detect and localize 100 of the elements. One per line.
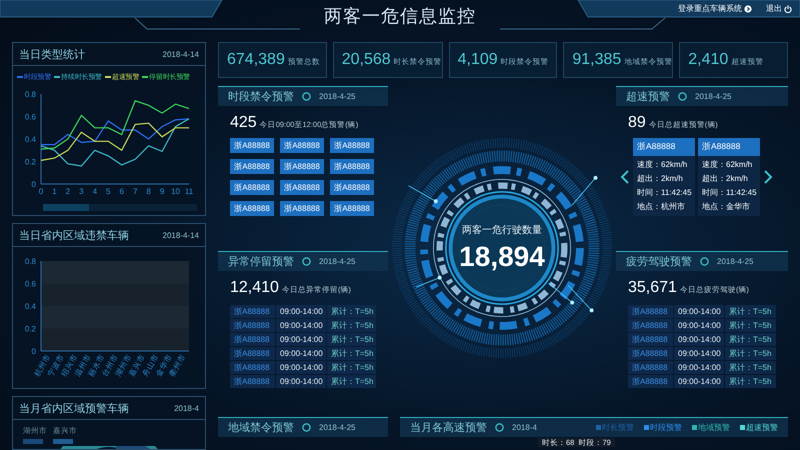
table-cell: 09:00-14:00 (276, 375, 326, 388)
chevron-right-icon (763, 169, 773, 185)
table-cell: 累计：T=5h (327, 361, 376, 374)
table-cell: 浙A88888 (628, 305, 673, 318)
detail-text: 地点：杭州市 (636, 201, 686, 212)
detail-text: 时间：11:42:45 (636, 187, 693, 198)
section-title: 地域禁令预警 (228, 421, 294, 435)
panel-date: 2018-4-14 (162, 230, 199, 240)
next-button[interactable] (763, 169, 773, 185)
circle-icon (678, 92, 687, 101)
legend-item[interactable]: 时段预警 (644, 422, 682, 433)
legend-label: 地域预警 (698, 422, 730, 433)
axis-label: 0.6 (24, 112, 36, 122)
plate-button[interactable]: 浙A88888 (280, 180, 324, 195)
section-title: 超速预警 (626, 90, 670, 104)
table-cell: 09:00-14:00 (674, 361, 724, 374)
axis-label: 0.4 (24, 302, 36, 311)
table-cell: 浙A88888 (628, 347, 673, 360)
axis-label: 1 (52, 187, 57, 196)
table-cell: 09:00-14:00 (674, 347, 724, 360)
axis-label: 0.8 (24, 257, 36, 266)
plate-button[interactable]: 浙A88888 (280, 138, 324, 153)
logout-link[interactable]: 退出 (766, 3, 792, 14)
circle-icon (302, 257, 311, 266)
plate-button[interactable]: 浙A88888 (330, 159, 374, 174)
plate-button[interactable]: 浙A88888 (330, 180, 374, 195)
detail-text: 地点：金华市 (701, 201, 751, 212)
plate-number: 浙A88888 (633, 138, 695, 156)
table-cell: 09:00-14:00 (674, 333, 724, 346)
legend-label: 时长预警 (602, 422, 634, 433)
legend-item[interactable]: 超速预警 (740, 422, 778, 433)
range-slider-handle[interactable] (43, 204, 90, 211)
axis-label: 0 (32, 347, 36, 356)
stat-value: 91,385 (572, 51, 622, 69)
axis-label: 8 (146, 187, 151, 196)
axis-label: 0.6 (24, 280, 36, 288)
table-cell: 累计：T=5h (327, 333, 376, 346)
plate-number: 浙A88888 (698, 138, 760, 156)
stat-value: 20,568 (342, 51, 391, 69)
table-cell: 浙A88888 (230, 375, 275, 388)
plate-button[interactable]: 浙A88888 (230, 180, 274, 195)
center-value: 18,894 (459, 240, 545, 272)
detail-text: 速度：62km/h (701, 159, 754, 170)
panel-title: 当日类型统计 (19, 48, 85, 62)
table-cell: 浙A88888 (628, 319, 673, 332)
table-cell: 累计：T=5h (327, 319, 376, 332)
table-cell: 浙A88888 (230, 361, 275, 374)
section-date: 2018-4 (512, 423, 537, 432)
table-cell: 累计：T=5h (725, 347, 776, 360)
table-cell: 09:00-14:00 (674, 319, 724, 332)
axis-label: 0.8 (24, 90, 36, 99)
power-icon (784, 4, 792, 12)
plate-button[interactable]: 浙A88888 (230, 138, 274, 153)
circle-icon (495, 423, 504, 432)
plate-button[interactable]: 浙A88888 (230, 201, 274, 216)
axis-label: 9 (160, 187, 164, 196)
login-link[interactable]: 登录重点车辆系统 (678, 3, 752, 14)
table-cell: 浙A88888 (628, 375, 673, 388)
section-date: 2018-4-25 (717, 257, 754, 266)
section-date: 2018-4-25 (319, 257, 356, 266)
table-cell: 09:00-14:00 (276, 333, 326, 346)
count-value: 89 (628, 114, 646, 132)
arrow-circle-icon (744, 4, 752, 12)
previous-button[interactable] (620, 169, 630, 185)
plate-button[interactable]: 浙A88888 (330, 201, 374, 216)
plate-button[interactable]: 浙A88888 (230, 159, 274, 174)
table-cell: 09:00-14:00 (276, 361, 326, 374)
axis-label: 2 (66, 187, 70, 196)
circle-icon (302, 92, 311, 101)
table-cell: 09:00-14:00 (276, 319, 326, 332)
table-cell: 09:00-14:00 (276, 347, 326, 360)
table-cell: 浙A88888 (628, 333, 673, 346)
table-cell: 累计：T=5h (327, 305, 376, 318)
axis-label: 0.2 (24, 158, 36, 166)
table-cell: 浙A88888 (230, 347, 275, 360)
table-cell: 累计：T=5h (327, 375, 376, 388)
axis-label: 7 (132, 187, 138, 196)
table-cell: 浙A88888 (628, 361, 673, 374)
page-title: 两客一危信息监控 (324, 5, 476, 28)
table-cell: 09:00-14:00 (674, 305, 724, 318)
section-title: 时段禁令预警 (228, 90, 294, 104)
stat-value: 674,389 (227, 51, 285, 69)
table-cell: 累计：T=5h (725, 305, 776, 318)
table-cell: 累计：T=5h (327, 347, 376, 360)
table-cell: 09:00-14:00 (674, 375, 724, 388)
legend-item[interactable]: 地域预警 (692, 422, 730, 433)
section-title: 异常停留预警 (228, 255, 294, 269)
stat-value: 4,109 (458, 51, 498, 69)
section-title: 疲劳驾驶预警 (626, 255, 692, 269)
plate-button[interactable]: 浙A88888 (280, 201, 324, 216)
circle-icon (700, 257, 709, 266)
detail-text: 超出：2km/h (636, 173, 684, 184)
axis-label: 11 (184, 187, 193, 196)
axis-label: 0 (38, 187, 44, 196)
table-cell: 09:00-14:00 (276, 305, 326, 318)
legend-label: 超速预警 (746, 422, 778, 433)
count-value: 12,410 (230, 279, 279, 297)
plate-button[interactable]: 浙A88888 (330, 138, 374, 153)
detail-text: 时间：11:42:45 (701, 187, 758, 198)
plate-button[interactable]: 浙A88888 (280, 159, 324, 174)
